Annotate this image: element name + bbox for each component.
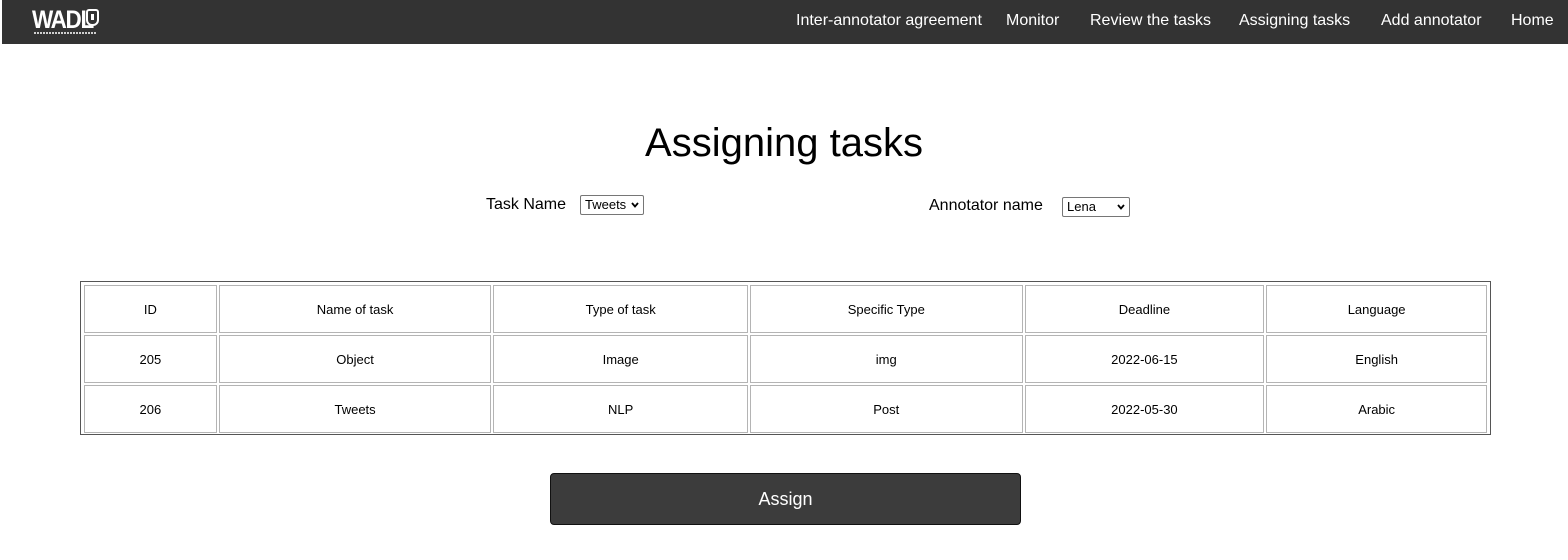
header-name-of-task: Name of task <box>218 285 492 333</box>
header-id: ID <box>84 285 217 333</box>
chevron-down-icon <box>631 202 639 208</box>
nav-item-home[interactable]: Home <box>1511 11 1554 31</box>
cell-deadline: 2022-05-30 <box>1024 385 1265 433</box>
cell-type-of-task: Image <box>493 335 748 383</box>
task-name-label: Task Name <box>486 196 567 213</box>
nav-item-assigning-tasks[interactable]: Assigning tasks <box>1239 11 1350 31</box>
header-type-of-task: Type of task <box>493 285 748 333</box>
task-name-select-value: Tweets <box>585 197 627 212</box>
cell-deadline: 2022-06-15 <box>1024 335 1265 383</box>
cell-language: English <box>1266 335 1487 383</box>
tasks-table: ID Name of task Type of task Specific Ty… <box>80 281 1491 435</box>
nav-item-review-the-tasks[interactable]: Review the tasks <box>1090 11 1211 31</box>
annotator-name-label: Annotator name <box>929 197 1043 214</box>
table-row: 205 Object Image img 2022-06-15 English <box>84 335 1487 383</box>
top-navbar: WADL Inter-annotator agreement Monitor R… <box>2 0 1568 44</box>
header-specific-type: Specific Type <box>749 285 1023 333</box>
cell-name-of-task: Tweets <box>218 385 492 433</box>
nav-item-inter-annotator-agreement[interactable]: Inter-annotator agreement <box>796 11 982 31</box>
annotator-name-select-value: Lena <box>1067 199 1096 214</box>
cell-id: 206 <box>84 385 217 433</box>
cell-type-of-task: NLP <box>493 385 748 433</box>
chevron-down-icon <box>1117 204 1125 210</box>
cell-specific-type: Post <box>749 385 1023 433</box>
table-row: 206 Tweets NLP Post 2022-05-30 Arabic <box>84 385 1487 433</box>
header-language: Language <box>1266 285 1487 333</box>
table-header-row: ID Name of task Type of task Specific Ty… <box>84 285 1487 333</box>
nav-item-monitor[interactable]: Monitor <box>1006 11 1059 31</box>
cell-name-of-task: Object <box>218 335 492 383</box>
nav-item-add-annotator[interactable]: Add annotator <box>1381 11 1482 31</box>
assign-button[interactable]: Assign <box>550 473 1021 525</box>
logo-badge-icon <box>86 9 99 26</box>
cell-id: 205 <box>84 335 217 383</box>
page-title: Assigning tasks <box>645 121 923 165</box>
logo-tagline <box>34 32 96 34</box>
cell-specific-type: img <box>749 335 1023 383</box>
cell-language: Arabic <box>1266 385 1487 433</box>
annotator-name-select[interactable]: Lena <box>1062 197 1130 217</box>
header-deadline: Deadline <box>1024 285 1265 333</box>
wadl-logo[interactable]: WADL <box>32 6 102 38</box>
logo-text: WADL <box>32 6 94 34</box>
task-name-select[interactable]: Tweets <box>580 195 644 215</box>
